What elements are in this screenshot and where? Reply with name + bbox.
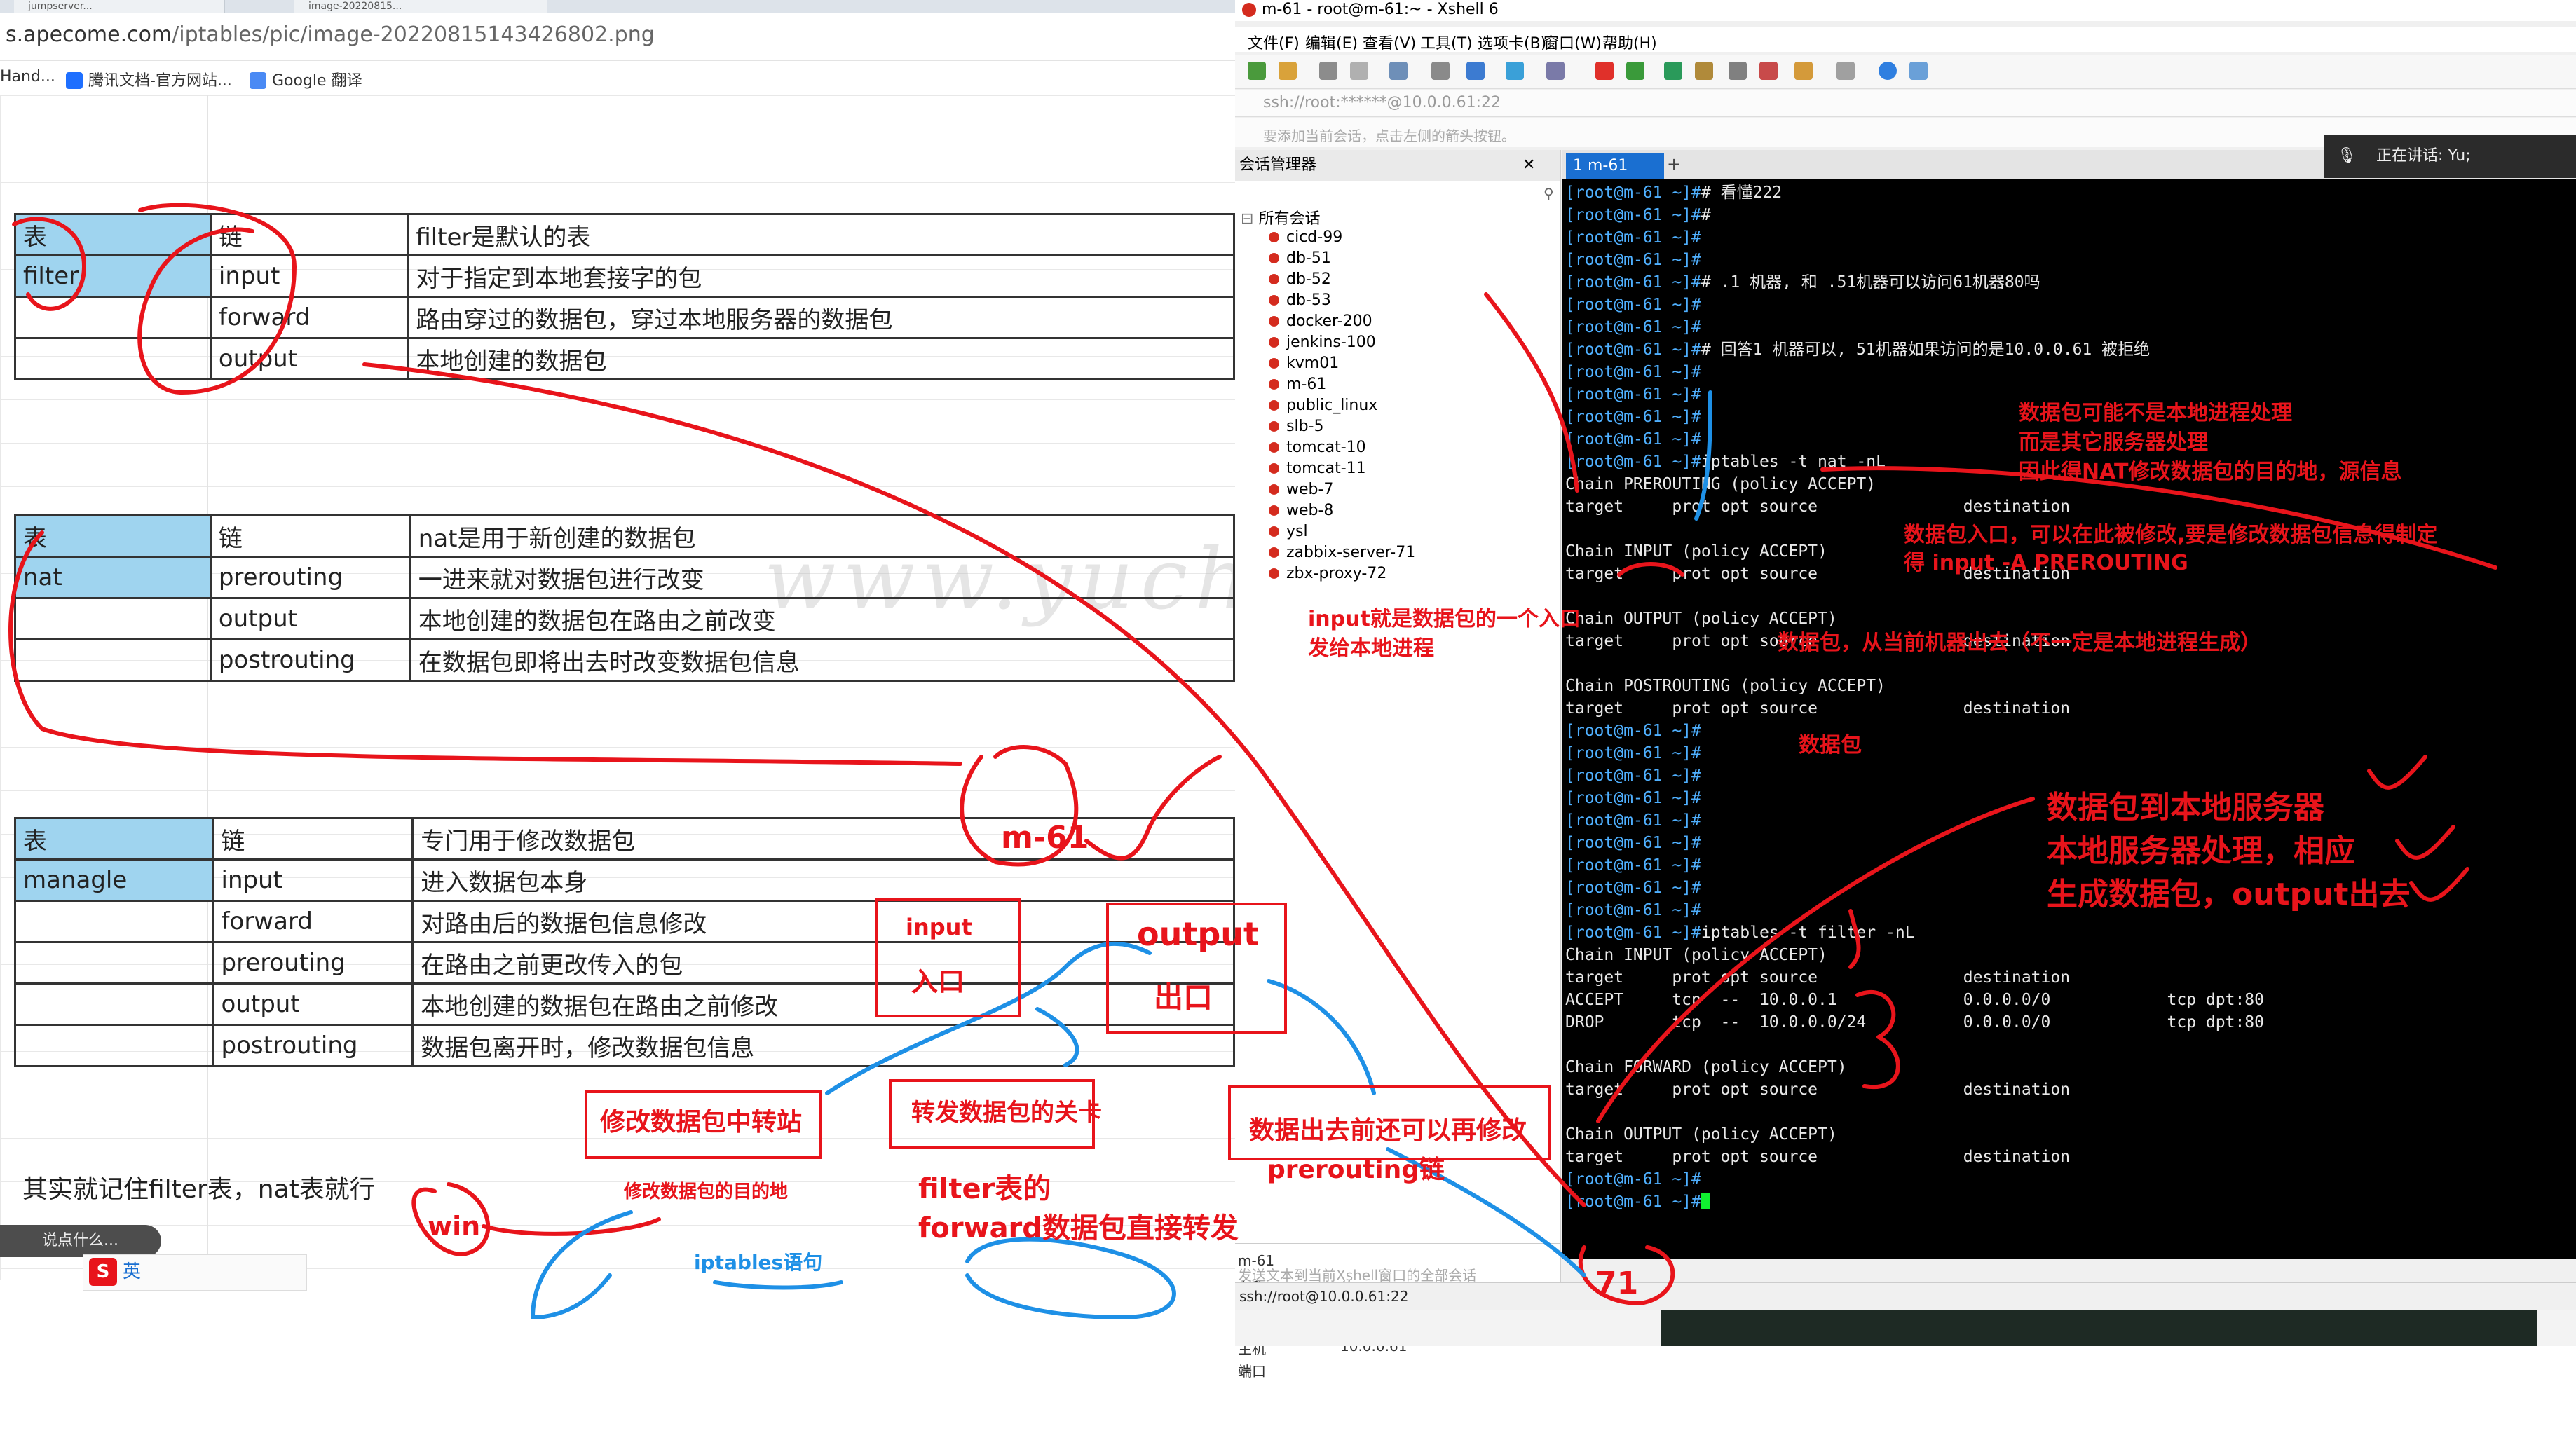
blue-arrow-prerouting [1694,390,1712,521]
annotation-filter-1: filter表的 [918,1173,1051,1205]
props-port-label: 端口 [1238,1363,1266,1380]
checkmark-2 [2395,825,2455,860]
arrow-prerouting-stroke [1484,292,1579,493]
annotation-entry-2: 发给本地进程 [1308,636,1434,661]
circle-chains-stroke [137,203,297,395]
checkmark-3 [2409,867,2469,902]
annotation-filter-2: forward数据包直接转发 [918,1212,1239,1245]
win-line-stroke [482,1217,661,1236]
annotation-prerouting-2: prerouting链 [1267,1156,1445,1184]
arrow-local-stroke [1596,797,2035,1123]
annotation-post: 数据包 [1799,733,1862,757]
bracket-nat-stroke [8,530,962,766]
annotation-forward-box: 转发数据包的关卡 [911,1099,1102,1127]
annotation-win: win [428,1211,481,1242]
arrow-filter-stroke [1848,909,1861,969]
annotation-input-1: 数据包入口，可以在此被修改,要是修改数据包信息得制定 [1904,523,2438,547]
annotation-iptables: iptables语句 [694,1251,823,1274]
annotation-nat-2: 而是其它服务器处理 [2019,430,2208,455]
blue-circle-321 [965,1237,1176,1319]
annotation-prerouting-1: 数据出去前还可以再修改 [1249,1116,1527,1145]
annotation-local-3: 生成数据包，output出去 [2047,877,2411,912]
annotation-input-box-2: 入口 [911,966,965,997]
blue-two-stroke [1035,1007,1079,1067]
annotation-modify-dest: 修改数据包的目的地 [624,1181,789,1202]
annotation-entry-1: input就是数据包的一个入口 [1308,607,1581,631]
annotation-output-box-2: 出口 [1154,980,1213,1015]
circle-input-stroke [1617,562,1684,577]
annotation-input-2: 得 input -A PREROUTING [1904,551,2188,575]
annotation-input-box-1: input [906,914,972,940]
annotation-nat-3: 因此得NAT修改数据包的目的地，源信息 [2019,460,2402,484]
three-stroke [1855,990,1900,1090]
annotation-nat-1: 数据包可能不是本地进程处理 [2019,401,2292,425]
annotation-local-1: 数据包到本地服务器 [2047,790,2324,825]
blue-underline [713,1280,843,1290]
annotation-output-box-1: output [1137,915,1260,953]
annotation-modify-box: 修改数据包中转站 [600,1108,803,1137]
annotation-output: 数据包，从当前机器出去（不一定是本地进程生成） [1778,631,2261,655]
annotation-local-2: 本地服务器处理，相应 [2047,833,2355,869]
circle-filter-stroke [12,217,86,311]
checkmark-1 [2367,755,2427,790]
check-m61-stroke [1084,755,1222,861]
annotation-71: 71 [1595,1266,1639,1301]
annotation-m61: m-61 [1001,820,1089,856]
